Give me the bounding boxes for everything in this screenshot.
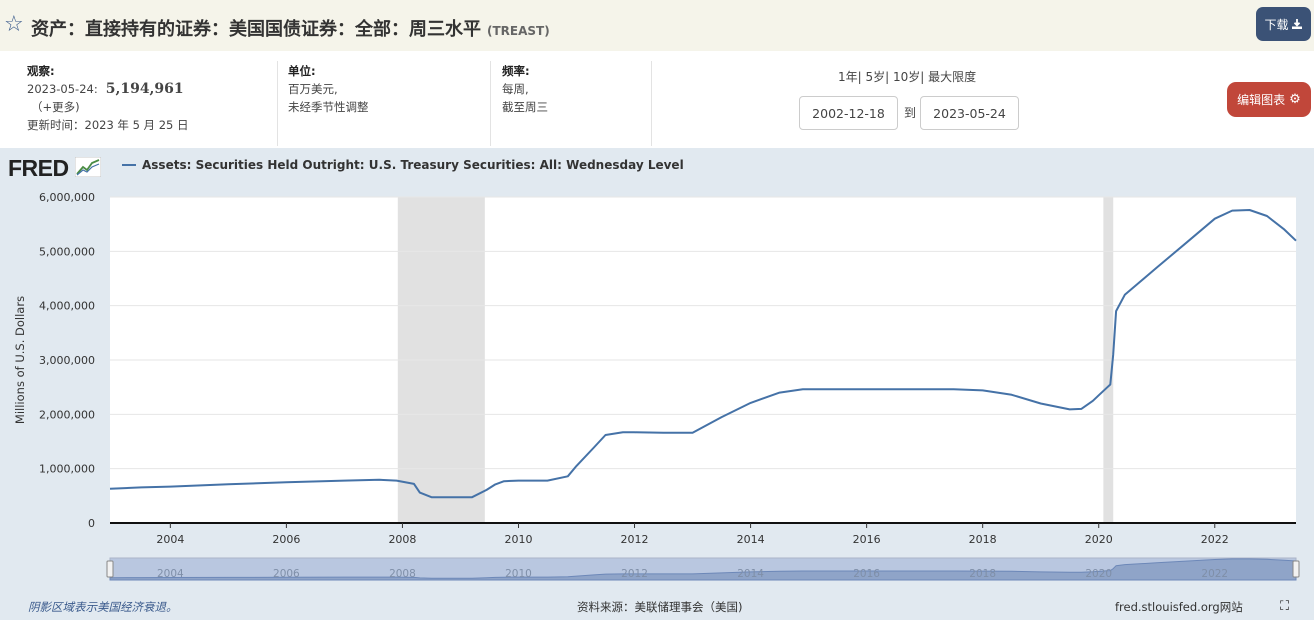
- series-id: (TREAST): [487, 24, 550, 38]
- recession-note: 阴影区域表示美国经济衰退。: [28, 600, 178, 614]
- y-tick-label: 4,000,000: [39, 300, 95, 313]
- x-tick-label: 2018: [969, 533, 997, 546]
- download-label: 下载: [1264, 17, 1289, 32]
- x-tick-label: 2006: [272, 533, 300, 546]
- x-tick-label: 2008: [388, 533, 416, 546]
- more-link[interactable]: （+更多): [27, 98, 189, 116]
- updated-text: 更新时间：2023 年 5 月 25 日: [27, 118, 189, 132]
- x-tick-label: 2014: [737, 533, 765, 546]
- navigator-tick-label: 2006: [273, 568, 300, 580]
- units-block: 单位: 百万美元, 未经季节性调整: [288, 62, 369, 116]
- x-tick-label: 2012: [621, 533, 649, 546]
- chart-panel: FRED Assets: Securities Held Outright: U…: [0, 148, 1314, 620]
- navigator-tick-label: 2012: [621, 568, 648, 580]
- fullscreen-icon[interactable]: ⛶: [1280, 599, 1289, 614]
- source-note: 资料来源：美联储理事会（美国): [577, 600, 743, 614]
- y-tick-label: 2,000,000: [39, 408, 95, 421]
- navigator-tick-label: 2020: [1085, 568, 1112, 580]
- divider: [277, 61, 278, 146]
- frequency-value: 每周,: [502, 82, 529, 96]
- start-date-input[interactable]: 2002-12-18: [799, 96, 898, 130]
- range-max-button[interactable]: 最大限度: [928, 70, 976, 84]
- line-chart[interactable]: 0 1,000,000 2,000,000 3,000,000 4,000,000 5,0…: [0, 148, 1314, 598]
- navigator-tick-label: 2018: [969, 568, 996, 580]
- y-tick-label: 0: [88, 517, 95, 530]
- navigator-tick-label: 2004: [157, 568, 184, 580]
- download-icon: [1291, 19, 1302, 29]
- divider: [651, 61, 652, 146]
- range-1y-button[interactable]: 1年: [838, 70, 858, 84]
- range-selector: 1年| 5岁| 10岁| 最大限度: [838, 70, 977, 84]
- edit-graph-label: 编辑图表: [1237, 93, 1286, 107]
- y-tick-label: 3,000,000: [39, 354, 95, 367]
- x-tick-label: 2022: [1201, 533, 1229, 546]
- units-adjustment: 未经季节性调整: [288, 100, 369, 114]
- navigator-tick-label: 2022: [1201, 568, 1228, 580]
- units-value: 百万美元,: [288, 82, 338, 96]
- y-tick-label: 5,000,000: [39, 245, 95, 258]
- range-10y-button[interactable]: 10岁: [893, 70, 920, 84]
- navigator-tick-label: 2008: [389, 568, 416, 580]
- edit-graph-button[interactable]: 编辑图表 ⚙: [1227, 82, 1311, 117]
- divider: [490, 61, 491, 146]
- y-tick-label: 1,000,000: [39, 463, 95, 476]
- x-tick-label: 2004: [156, 533, 184, 546]
- y-tick-label: 6,000,000: [39, 191, 95, 204]
- star-icon[interactable]: ☆: [4, 12, 24, 37]
- navigator-tick-label: 2014: [737, 568, 764, 580]
- frequency-block: 频率: 每周, 截至周三: [502, 62, 548, 116]
- header-bar: ☆ 资产：直接持有的证券：美国国债证券：全部：周三水平 (TREAST) 下载: [0, 0, 1314, 51]
- x-tick-label: 2016: [853, 533, 881, 546]
- to-label: 到: [904, 106, 917, 120]
- end-date-input[interactable]: 2023-05-24: [920, 96, 1019, 130]
- navigator-handle[interactable]: [106, 560, 114, 578]
- gear-icon: ⚙: [1289, 92, 1301, 107]
- x-tick-label: 2010: [504, 533, 532, 546]
- page-title: 资产：直接持有的证券：美国国债证券：全部：周三水平 (TREAST): [31, 15, 550, 41]
- range-5y-button[interactable]: 5岁: [866, 70, 886, 84]
- navigator-handle[interactable]: [1292, 560, 1300, 578]
- frequency-detail: 截至周三: [502, 100, 548, 114]
- observation-block: 观察: 2023-05-24: 5,194,961 （+更多) 更新时间：2023…: [27, 62, 189, 134]
- series-title: 资产：直接持有的证券：美国国债证券：全部：周三水平: [31, 19, 481, 40]
- navigator-tick-label: 2010: [505, 568, 532, 580]
- observation-label: 观察:: [27, 64, 55, 78]
- download-button[interactable]: 下载: [1256, 7, 1311, 41]
- navigator-tick-label: 2016: [853, 568, 880, 580]
- frequency-label: 频率:: [502, 64, 530, 78]
- x-tick-label: 2020: [1085, 533, 1113, 546]
- observation-value: 5,194,961: [105, 81, 184, 97]
- site-link[interactable]: fred.stlouisfed.org网站: [1115, 599, 1243, 615]
- observation-date: 2023-05-24:: [27, 82, 98, 96]
- y-axis-label: Millions of U.S. Dollars: [13, 296, 27, 424]
- series-info: 观察: 2023-05-24: 5,194,961 （+更多) 更新时间：2023…: [0, 51, 1314, 148]
- units-label: 单位:: [288, 64, 316, 78]
